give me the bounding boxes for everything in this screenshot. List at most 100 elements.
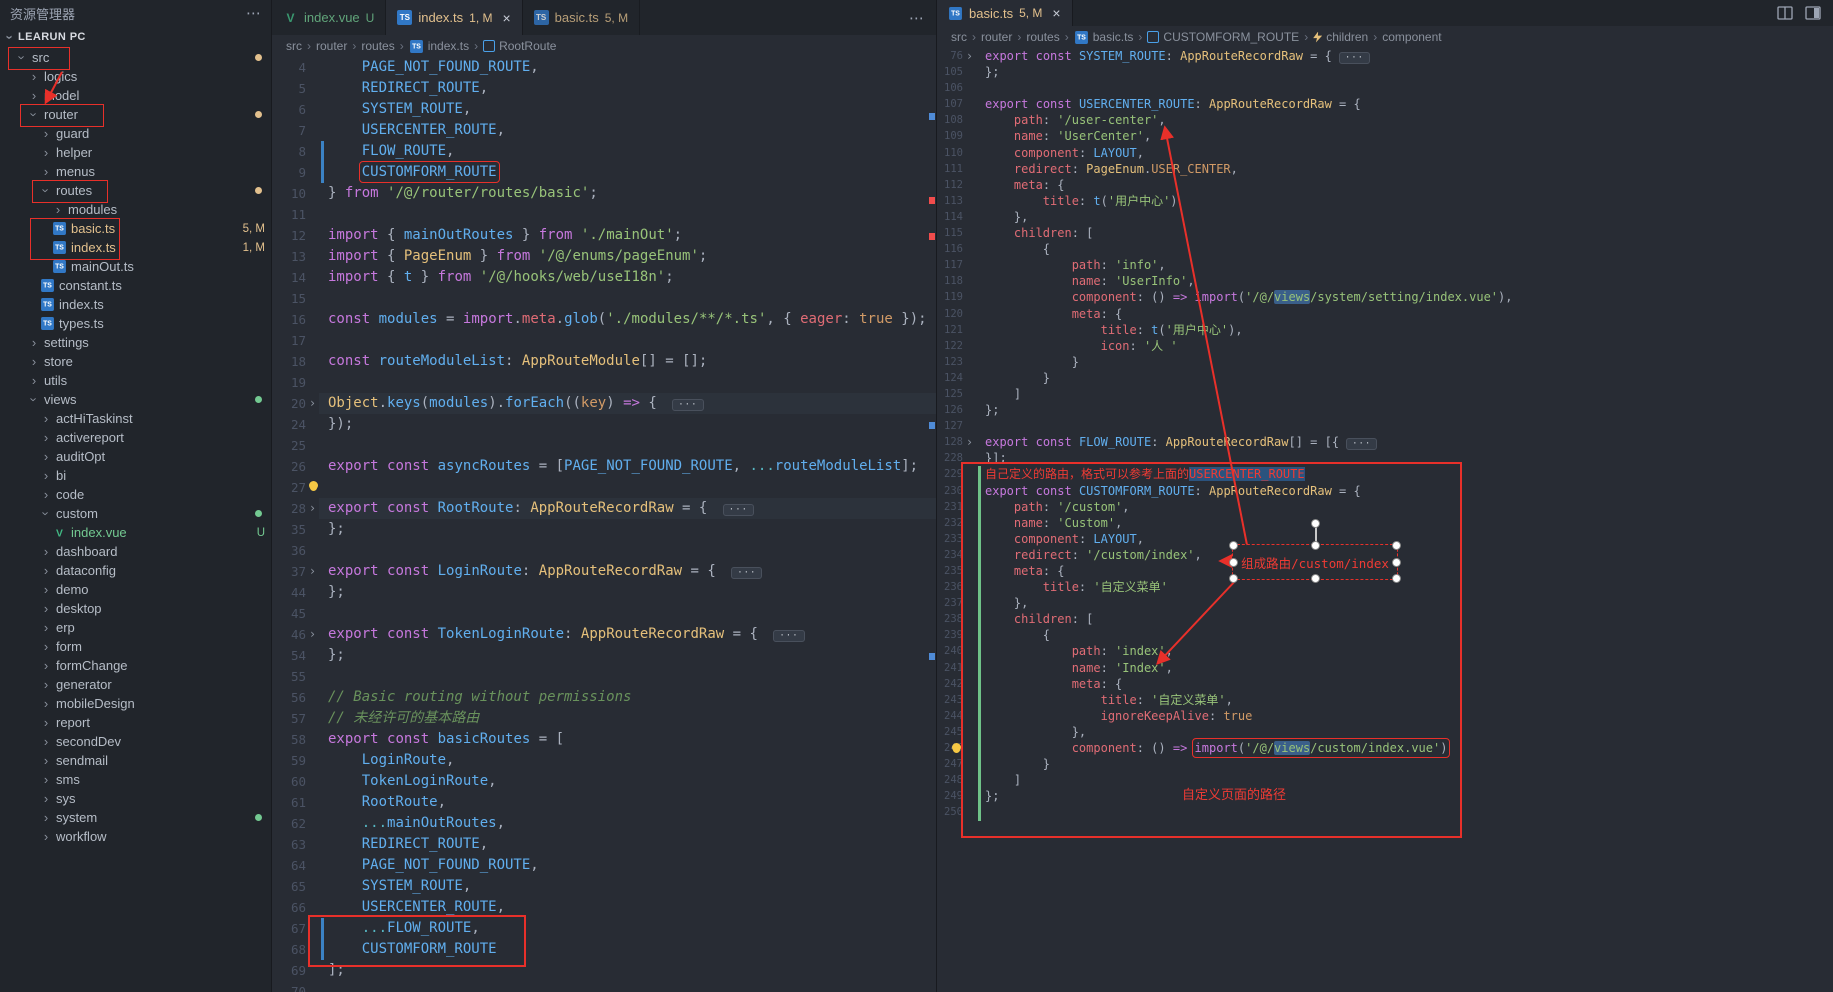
tree-item-views[interactable]: ›views (0, 390, 271, 409)
tab-close-icon[interactable]: × (1052, 5, 1060, 21)
tree-item-guard[interactable]: ›guard (0, 124, 271, 143)
tree-item-store[interactable]: ›store (0, 352, 271, 371)
code-line-128[interactable]: 128›export const FLOW_ROUTE: AppRouteRec… (937, 434, 1833, 450)
code-line-11[interactable]: 11 (272, 204, 936, 225)
resize-handle[interactable] (1392, 558, 1401, 567)
code-line-61[interactable]: 61 RootRoute, (272, 792, 936, 813)
code-line-248[interactable]: 248 ] (937, 772, 1833, 788)
code-line-19[interactable]: 19 (272, 372, 936, 393)
code-line-108[interactable]: 108 path: '/user-center', (937, 112, 1833, 128)
tree-item-mobileDesign[interactable]: ›mobileDesign (0, 694, 271, 713)
code-line-27[interactable]: 27 (272, 477, 936, 498)
folded-code-badge[interactable]: ··· (1339, 52, 1370, 64)
tab-index.vue[interactable]: Vindex.vueU (272, 0, 386, 35)
code-line-54[interactable]: 54}; (272, 645, 936, 666)
tree-item-custom[interactable]: ›custom (0, 504, 271, 523)
code-line-20[interactable]: 20›Object.keys(modules).forEach((key) =>… (272, 393, 936, 414)
code-line-126[interactable]: 126}; (937, 402, 1833, 418)
tree-item-demo[interactable]: ›demo (0, 580, 271, 599)
tab-basic.ts[interactable]: TSbasic.ts5, M× (937, 0, 1073, 26)
code-line-44[interactable]: 44}; (272, 582, 936, 603)
tree-item-dashboard[interactable]: ›dashboard (0, 542, 271, 561)
breadcrumb-index.ts[interactable]: TSindex.ts (409, 39, 469, 54)
tree-item-model[interactable]: ›model (0, 86, 271, 105)
code-line-122[interactable]: 122 icon: '人 ' (937, 338, 1833, 354)
code-line-114[interactable]: 114 }, (937, 209, 1833, 225)
tree-item-helper[interactable]: ›helper (0, 143, 271, 162)
code-line-123[interactable]: 123 } (937, 354, 1833, 370)
code-line-65[interactable]: 65 SYSTEM_ROUTE, (272, 876, 936, 897)
tree-item-settings[interactable]: ›settings (0, 333, 271, 352)
folded-code-badge[interactable]: ··· (672, 399, 703, 411)
workspace-root[interactable]: › LEARUN PC (0, 26, 271, 48)
code-line-28[interactable]: 28›export const RootRoute: AppRouteRecor… (272, 498, 936, 519)
code-line-14[interactable]: 14import { t } from '/@/hooks/web/useI18… (272, 267, 936, 288)
code-line-245[interactable]: 245 }, (937, 724, 1833, 740)
tree-item-desktop[interactable]: ›desktop (0, 599, 271, 618)
code-line-18[interactable]: 18const routeModuleList: AppRouteModule[… (272, 351, 936, 372)
code-line-118[interactable]: 118 name: 'UserInfo', (937, 273, 1833, 289)
code-line-69[interactable]: 69]; (272, 960, 936, 981)
code-line-117[interactable]: 117 path: 'info', (937, 257, 1833, 273)
code-line-35[interactable]: 35}; (272, 519, 936, 540)
tree-item-report[interactable]: ›report (0, 713, 271, 732)
breadcrumb-CUSTOMFORM_ROUTE[interactable]: CUSTOMFORM_ROUTE (1147, 30, 1299, 44)
code-line-115[interactable]: 115 children: [ (937, 225, 1833, 241)
breadcrumb-component[interactable]: component (1382, 30, 1441, 44)
code-line-9[interactable]: 9 CUSTOMFORM_ROUTE (272, 162, 936, 183)
tree-item-menus[interactable]: ›menus (0, 162, 271, 181)
tree-item-form[interactable]: ›form (0, 637, 271, 656)
tree-item-bi[interactable]: ›bi (0, 466, 271, 485)
code-line-232[interactable]: 232 name: 'Custom', (937, 515, 1833, 531)
code-line-237[interactable]: 237 }, (937, 595, 1833, 611)
code-line-26[interactable]: 26export const asyncRoutes = [PAGE_NOT_F… (272, 456, 936, 477)
code-line-12[interactable]: 12import { mainOutRoutes } from './mainO… (272, 225, 936, 246)
resize-handle[interactable] (1229, 558, 1238, 567)
code-line-64[interactable]: 64 PAGE_NOT_FOUND_ROUTE, (272, 855, 936, 876)
code-line-6[interactable]: 6 SYSTEM_ROUTE, (272, 99, 936, 120)
code-line-110[interactable]: 110 component: LAYOUT, (937, 145, 1833, 161)
tree-item-erp[interactable]: ›erp (0, 618, 271, 637)
code-line-241[interactable]: 241 name: 'Index', (937, 660, 1833, 676)
breadcrumb-routes[interactable]: routes (361, 39, 394, 53)
code-line-63[interactable]: 63 REDIRECT_ROUTE, (272, 834, 936, 855)
code-line-24[interactable]: 24}); (272, 414, 936, 435)
tree-item-types.ts[interactable]: TStypes.ts (0, 314, 271, 333)
breadcrumb-router[interactable]: router (981, 30, 1012, 44)
code-line-112[interactable]: 112 meta: { (937, 177, 1833, 193)
code-line-62[interactable]: 62 ...mainOutRoutes, (272, 813, 936, 834)
breadcrumb-basic.ts[interactable]: TSbasic.ts (1074, 30, 1134, 45)
editor-actions-more-icon[interactable]: ⋯ (897, 0, 936, 35)
tree-item-constant.ts[interactable]: TSconstant.ts (0, 276, 271, 295)
code-line-125[interactable]: 125 ] (937, 386, 1833, 402)
code-line-239[interactable]: 239 { (937, 627, 1833, 643)
code-line-109[interactable]: 109 name: 'UserCenter', (937, 128, 1833, 144)
code-line-55[interactable]: 55 (272, 666, 936, 687)
code-line-36[interactable]: 36 (272, 540, 936, 561)
tree-item-actHiTaskinst[interactable]: ›actHiTaskinst (0, 409, 271, 428)
code-line-231[interactable]: 231 path: '/custom', (937, 499, 1833, 515)
tree-item-generator[interactable]: ›generator (0, 675, 271, 694)
code-line-17[interactable]: 17 (272, 330, 936, 351)
tree-item-index.vue[interactable]: Vindex.vueU (0, 523, 271, 542)
tree-item-secondDev[interactable]: ›secondDev (0, 732, 271, 751)
tree-item-activereport[interactable]: ›activereport (0, 428, 271, 447)
tab-index.ts[interactable]: TSindex.ts1, M× (386, 0, 522, 35)
folded-code-badge[interactable]: ··· (773, 630, 804, 642)
code-line-60[interactable]: 60 TokenLoginRoute, (272, 771, 936, 792)
code-line-240[interactable]: 240 path: 'index', (937, 643, 1833, 659)
code-line-113[interactable]: 113 title: t('用户中心') (937, 193, 1833, 209)
code-line-58[interactable]: 58export const basicRoutes = [ (272, 729, 936, 750)
folded-code-badge[interactable]: ··· (731, 567, 762, 579)
code-line-244[interactable]: 244 ignoreKeepAlive: true (937, 708, 1833, 724)
code-line-5[interactable]: 5 REDIRECT_ROUTE, (272, 78, 936, 99)
breadcrumb-children[interactable]: children (1313, 30, 1368, 44)
code-line-70[interactable]: 70 (272, 981, 936, 992)
tree-item-code[interactable]: ›code (0, 485, 271, 504)
code-editor-index-ts[interactable]: 4 PAGE_NOT_FOUND_ROUTE,5 REDIRECT_ROUTE,… (272, 57, 936, 992)
tree-item-router[interactable]: ›router (0, 105, 271, 124)
code-line-247[interactable]: 247 } (937, 756, 1833, 772)
code-editor-basic-ts[interactable]: 76›export const SYSTEM_ROUTE: AppRouteRe… (937, 48, 1833, 992)
code-line-119[interactable]: 119 component: () => import('/@/views/sy… (937, 289, 1833, 305)
code-line-13[interactable]: 13import { PageEnum } from '/@/enums/pag… (272, 246, 936, 267)
